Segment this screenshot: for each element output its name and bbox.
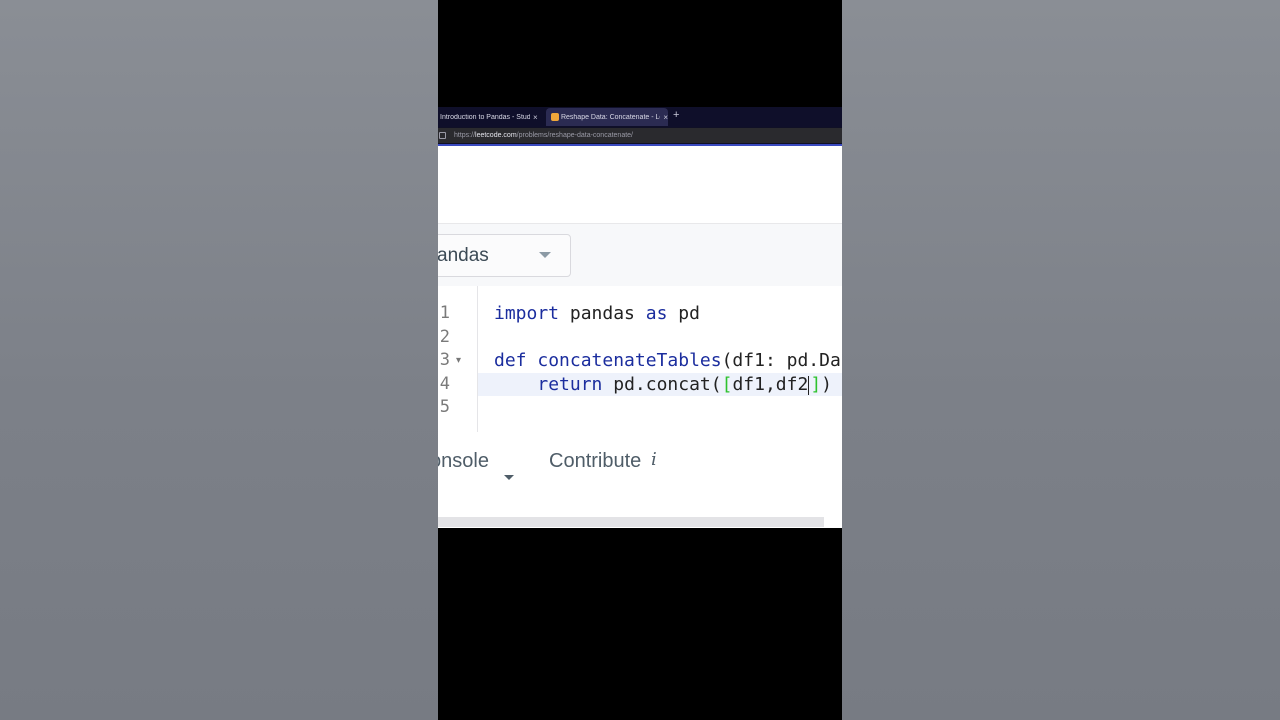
keyword-as: as (645, 303, 668, 324)
code-text: pd.concat( (602, 374, 722, 395)
code-line-1: import pandas as pd (494, 302, 700, 325)
blurred-background-right (842, 0, 1280, 720)
line-number: 1 (439, 303, 450, 323)
tab-label: Introduction to Pandas - Study Pl (440, 113, 530, 121)
tab-label: Reshape Data: Concatenate - Lee (560, 113, 661, 121)
chevron-down-icon[interactable] (504, 475, 514, 480)
close-icon[interactable]: × (663, 113, 668, 122)
keyword-return: return (537, 374, 603, 395)
contribute-button[interactable]: Contribute (549, 450, 641, 473)
tab-reshape-data-concatenate[interactable]: Reshape Data: Concatenate - Lee × (546, 108, 668, 126)
leetcode-favicon-icon (551, 113, 559, 121)
code-line-4: return pd.concat([df1,df2]) (494, 373, 832, 396)
tab-strip: Introduction to Pandas - Study Pl × Resh… (438, 107, 842, 127)
code-text: ) (821, 374, 832, 395)
fold-arrow-icon[interactable]: ▾ (456, 349, 461, 372)
new-tab-icon[interactable]: + (673, 109, 679, 121)
url-host: leetcode.com (475, 132, 517, 139)
code-text: pandas (559, 303, 646, 324)
code-args: df1,df2 (732, 374, 809, 395)
line-number: 2 (439, 327, 450, 347)
line-number-gutter: 1 2 3 ▾ 4 5 (438, 286, 478, 432)
bottom-bar: onsole Contribute i (438, 433, 842, 493)
code-text: (df1: pd.Da (721, 350, 841, 371)
keyword-def: def (494, 350, 527, 371)
info-icon[interactable]: i (651, 449, 657, 470)
lock-icon[interactable] (439, 132, 446, 139)
browser-chrome: Introduction to Pandas - Study Pl × Resh… (438, 107, 842, 146)
code-editor[interactable]: 1 2 3 ▾ 4 5 import pandas as pd def conc… (438, 286, 842, 433)
console-button[interactable]: onsole (438, 450, 489, 473)
url-prefix: https:// (454, 132, 476, 139)
blurred-background-left (0, 0, 438, 720)
horizontal-scrollbar[interactable] (438, 517, 824, 527)
url-path: /problems/reshape-data-concatenate/ (516, 132, 634, 139)
close-icon[interactable]: × (533, 113, 538, 122)
editor-toolbar: andas (438, 223, 842, 287)
tab-introduction-to-pandas[interactable]: Introduction to Pandas - Study Pl × (438, 108, 544, 126)
code-text: pd (667, 303, 700, 324)
function-name: concatenateTables (526, 350, 722, 371)
line-number: 4 (439, 374, 450, 394)
address-bar[interactable]: https://leetcode.com/problems/reshape-da… (438, 128, 842, 143)
language-label: andas (438, 244, 489, 266)
code-line-3: def concatenateTables(df1: pd.Da (494, 349, 841, 372)
bracket-close: ] (810, 374, 822, 395)
chevron-down-icon (539, 252, 551, 258)
line-number: 5 (439, 397, 450, 417)
video-frame: Introduction to Pandas - Study Pl × Resh… (438, 0, 842, 720)
bracket-open: [ (721, 374, 733, 395)
language-select[interactable]: andas (438, 234, 571, 277)
line-number: 3 (439, 350, 450, 370)
leetcode-page: andas 1 2 3 ▾ 4 5 import pandas as pd de… (438, 146, 842, 528)
keyword-import: import (494, 303, 560, 324)
